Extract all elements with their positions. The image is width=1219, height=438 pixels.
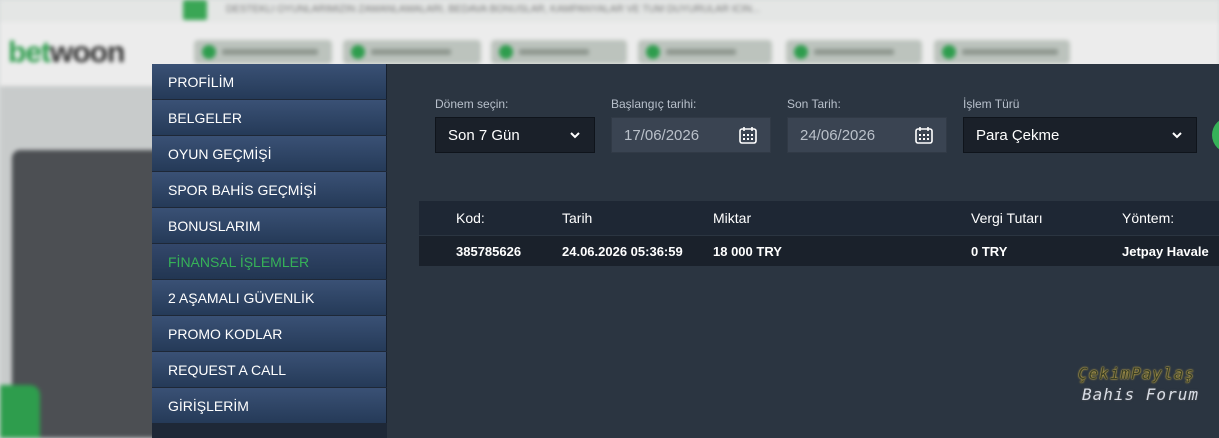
sidebar-item-financial-transactions[interactable]: FİNANSAL İŞLEMLER — [152, 244, 387, 279]
background-chat-tab — [0, 385, 40, 438]
column-header-tax: Vergi Tutarı — [971, 210, 1043, 226]
chevron-down-icon — [568, 128, 582, 142]
calendar-icon[interactable] — [914, 125, 934, 145]
column-header-amount: Miktar — [713, 210, 752, 226]
column-header-method: Yöntem: — [1122, 210, 1175, 226]
sidebar-item-bonuses[interactable]: BONUSLARIM — [152, 208, 387, 243]
site-logo: betwoon — [8, 36, 125, 69]
forum-watermark: ÇekimPaylaş Bahis Forum — [1078, 363, 1219, 405]
transaction-type-value: Para Çekme — [976, 126, 1060, 144]
column-header-code: Kod: — [456, 210, 485, 226]
header-pill-button — [934, 40, 1070, 64]
chevron-down-icon — [1170, 128, 1184, 142]
column-header-date: Tarih — [562, 210, 593, 226]
period-label: Dönem seçin: — [435, 97, 509, 111]
account-modal: PROFİLİM BELGELER OYUN GEÇMİŞİ SPOR BAHİ… — [152, 64, 1219, 438]
cell-method: Jetpay Havale — [1122, 243, 1209, 259]
header-pill-button — [786, 40, 922, 64]
transaction-type-select[interactable]: Para Çekme — [963, 117, 1197, 153]
header-pill-button — [638, 40, 772, 64]
cell-date: 24.06.2026 05:36:59 — [562, 243, 683, 259]
cell-tax: 0 TRY — [971, 243, 1008, 259]
sidebar-item-logins[interactable]: GİRİŞLERİM — [152, 388, 387, 423]
cell-amount: 18 000 TRY — [713, 243, 782, 259]
sidebar-item-two-factor[interactable]: 2 AŞAMALI GÜVENLİK — [152, 280, 387, 315]
period-value: Son 7 Gün — [448, 126, 520, 144]
header-pill-button — [194, 40, 332, 64]
header-pill-button — [343, 40, 481, 64]
start-date-value: 17/06/2026 — [624, 126, 700, 144]
sidebar-item-promo-codes[interactable]: PROMO KODLAR — [152, 316, 387, 351]
table-header: Kod: Tarih Miktar Vergi Tutarı Yöntem: — [419, 201, 1219, 235]
end-date-input[interactable]: 24/06/2026 — [787, 117, 947, 153]
ticker-text: DESTEKLI OYUNLARIMIZIN ZAMANLAMALARI, BE… — [226, 4, 761, 15]
period-select[interactable]: Son 7 Gün — [435, 117, 595, 153]
start-date-label: Başlangıç tarihi: — [611, 97, 697, 111]
watermark-line-1: ÇekimPaylaş — [1078, 364, 1195, 383]
background-topbar: DESTEKLI OYUNLARIMIZIN ZAMANLAMALARI, BE… — [0, 0, 1219, 23]
account-sidebar: PROFİLİM BELGELER OYUN GEÇMİŞİ SPOR BAHİ… — [152, 64, 387, 438]
cell-code: 385785626 — [456, 243, 522, 259]
sidebar-item-profile[interactable]: PROFİLİM — [152, 64, 387, 99]
table-row: 385785626 24.06.2026 05:36:59 18 000 TRY… — [419, 236, 1219, 266]
ticker-badge — [183, 0, 207, 20]
end-date-label: Son Tarih: — [787, 97, 841, 111]
end-date-value: 24/06/2026 — [800, 126, 876, 144]
sidebar-item-request-call[interactable]: REQUEST A CALL — [152, 352, 387, 387]
watermark-line-2: Bahis Forum — [1082, 385, 1199, 404]
start-date-input[interactable]: 17/06/2026 — [611, 117, 771, 153]
transaction-type-label: İşlem Türü — [963, 97, 1020, 111]
sidebar-item-sports-bet-history[interactable]: SPOR BAHİS GEÇMİŞİ — [152, 172, 387, 207]
sidebar-item-documents[interactable]: BELGELER — [152, 100, 387, 135]
calendar-icon[interactable] — [738, 125, 758, 145]
header-pill-button — [491, 40, 627, 64]
sidebar-item-game-history[interactable]: OYUN GEÇMİŞİ — [152, 136, 387, 171]
